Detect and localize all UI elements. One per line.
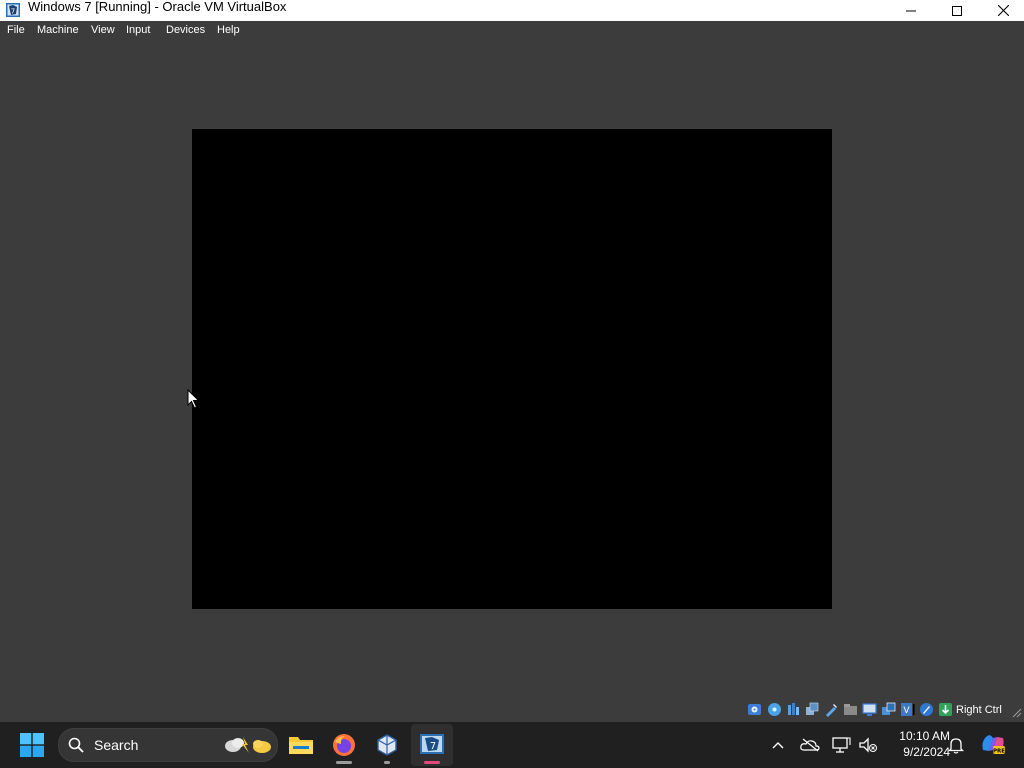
virtualbox-icon (377, 734, 397, 756)
mouse-integration-icon[interactable] (919, 702, 934, 717)
shared-folders-icon[interactable] (843, 702, 858, 717)
menu-devices[interactable]: Devices (166, 24, 205, 37)
running-indicator (384, 761, 390, 764)
chevron-up-icon (772, 742, 784, 749)
file-explorer-icon (289, 737, 313, 754)
minimize-icon (906, 10, 916, 11)
usb-icon[interactable] (824, 702, 839, 717)
close-icon (997, 5, 1009, 16)
taskbar-file-explorer[interactable] (280, 724, 322, 766)
virtualbox-app-icon: 7 (5, 2, 21, 18)
video-capture-icon[interactable] (881, 702, 896, 717)
clock-date: 9/2/2024 (903, 745, 950, 759)
notifications-button[interactable] (946, 735, 966, 755)
taskbar-firefox[interactable] (323, 724, 365, 766)
firefox-icon (333, 734, 355, 756)
running-indicator (336, 761, 352, 764)
menu-bar: File Machine View Input Devices Help (0, 21, 1024, 41)
taskbar-virtualbox[interactable] (366, 724, 408, 766)
svg-text:V: V (903, 706, 910, 716)
menu-help[interactable]: Help (217, 24, 240, 37)
show-hidden-icons-button[interactable] (768, 735, 788, 755)
svg-text:7: 7 (11, 8, 15, 16)
resize-grip-icon[interactable] (1012, 708, 1022, 718)
search-placeholder: Search (94, 737, 139, 753)
menu-view[interactable]: View (91, 24, 115, 37)
search-box[interactable]: Search (58, 728, 278, 762)
virtualization-icon[interactable]: V (900, 702, 915, 717)
volume-button[interactable] (858, 735, 878, 755)
close-button[interactable] (980, 0, 1024, 21)
taskbar-clock[interactable]: 10:10 AM 9/2/2024 (880, 728, 950, 760)
vm-display[interactable] (192, 129, 832, 609)
host-key-label: Right Ctrl (956, 704, 1002, 716)
onedrive-icon (800, 738, 820, 752)
onedrive-button[interactable] (800, 735, 820, 755)
taskbar: Search 7 10:10 AM 9/2/2024 PRE (0, 722, 1024, 768)
network-button[interactable] (831, 735, 851, 755)
mouse-cursor-icon (187, 389, 200, 409)
copilot-icon: PRE (982, 735, 1005, 755)
search-icon (68, 737, 84, 753)
menu-file[interactable]: File (7, 24, 25, 37)
search-highlight-weather-icon (225, 737, 271, 753)
copilot-button[interactable]: PRE (980, 732, 1006, 756)
title-bar[interactable]: 7 Windows 7 [Running] - Oracle VM Virtua… (0, 0, 1024, 21)
maximize-icon (952, 5, 962, 16)
svg-text:7: 7 (430, 741, 436, 752)
taskbar-virtualbox-vm[interactable]: 7 (411, 724, 453, 766)
svg-text:PRE: PRE (993, 749, 1005, 755)
optical-drive-icon[interactable] (767, 702, 782, 717)
keyboard-icon[interactable] (938, 702, 953, 717)
network-icon[interactable] (805, 702, 820, 717)
virtualbox-vm-icon: 7 (420, 734, 444, 754)
clock-time: 10:10 AM (899, 729, 950, 743)
menu-input[interactable]: Input (126, 24, 150, 37)
hard-disk-icon[interactable] (747, 702, 762, 717)
maximize-button[interactable] (934, 0, 980, 21)
start-button[interactable] (11, 724, 53, 766)
network-icon (832, 737, 851, 753)
menu-machine[interactable]: Machine (37, 24, 79, 37)
minimize-button[interactable] (888, 0, 934, 21)
notifications-icon (948, 738, 964, 754)
volume-muted-icon (859, 737, 877, 753)
audio-icon[interactable] (786, 702, 801, 717)
start-icon (20, 733, 44, 757)
window-title: Windows 7 [Running] - Oracle VM VirtualB… (28, 0, 287, 14)
display-icon[interactable] (862, 702, 877, 717)
active-indicator (424, 761, 440, 764)
